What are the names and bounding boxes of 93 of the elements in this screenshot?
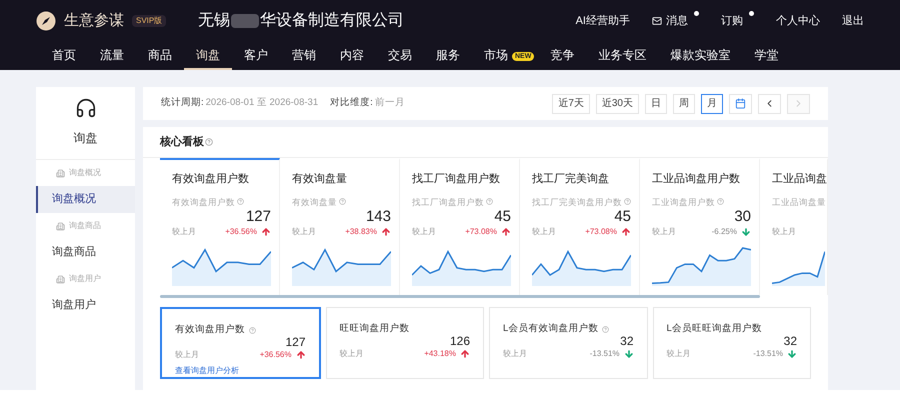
- metric-subtitle: 工业品询盘量: [772, 196, 826, 208]
- metric-value: 127: [246, 208, 271, 226]
- metric-subtitle: 有效询盘量: [292, 196, 337, 208]
- nav-tab[interactable]: 交易: [376, 42, 424, 70]
- detail-title: L会员有效询盘用户数: [503, 322, 598, 336]
- detail-title: 旺旺询盘用户数: [340, 322, 410, 336]
- detail-title: L会员旺旺询盘用户数: [666, 322, 762, 336]
- metric-subtitle: 找工厂询盘用户数: [412, 196, 484, 208]
- metric-value: 30: [734, 208, 751, 226]
- nav-tab[interactable]: 商品: [136, 42, 184, 70]
- period-label: 统计周期:: [161, 96, 204, 110]
- brand-title: 生意参谋: [64, 10, 124, 31]
- compare-label: 较上月: [666, 348, 690, 360]
- compare-label: 较上月: [175, 349, 199, 362]
- metric-title: 找工厂询盘用户数: [412, 172, 501, 187]
- metric-card[interactable]: 有效询盘量 有效询盘量 143 较上月 +38.83%: [280, 158, 400, 295]
- metric-title: 有效询盘量: [292, 172, 348, 187]
- compare-label: 较上月: [412, 226, 436, 238]
- change-value: -13.51%: [753, 348, 783, 360]
- compare-label: 较上月: [772, 226, 796, 238]
- nav-tab[interactable]: 竞争: [538, 42, 586, 70]
- nav-tab[interactable]: 内容: [328, 42, 376, 70]
- change-value: +43.18%: [424, 348, 456, 360]
- sidebar-item[interactable]: 询盘用户: [36, 292, 135, 319]
- range-button[interactable]: 周: [673, 94, 695, 114]
- detail-title: 有效询盘用户数: [175, 323, 245, 337]
- change-value: +36.56%: [260, 349, 292, 362]
- period-value: 2026-08-01 至 2026-08-31: [206, 96, 318, 110]
- change-value: +73.08%: [465, 226, 497, 238]
- change-value: +73.08%: [585, 226, 617, 238]
- detail-card[interactable]: L会员有效询盘用户数 32 较上月 -13.51%: [489, 307, 648, 379]
- header-link[interactable]: AI经营助手: [576, 12, 630, 30]
- nav-tab[interactable]: 首页: [40, 42, 88, 70]
- header-link[interactable]: 消息: [652, 12, 699, 30]
- detail-value: 32: [620, 335, 634, 348]
- nav-tab[interactable]: 爆款实验室: [658, 42, 742, 70]
- nav-tab[interactable]: 服务: [424, 42, 472, 70]
- compare-label: 较上月: [340, 348, 364, 360]
- metric-card[interactable]: 工业品询盘用户数 工业询盘用户数 30 较上月 -6.25%: [640, 158, 760, 295]
- metric-subtitle: 工业询盘用户数: [652, 196, 715, 208]
- metric-card[interactable]: 工业品询盘 工业品询盘量 较上月: [760, 158, 828, 295]
- sidebar-group-label: 询盘商品: [36, 213, 135, 239]
- sidebar-title: 询盘: [74, 130, 98, 147]
- metric-title: 工业品询盘用户数: [652, 172, 741, 187]
- change-value: +36.56%: [225, 226, 257, 238]
- header-link[interactable]: 退出: [842, 12, 864, 30]
- change-value: -13.51%: [590, 348, 620, 360]
- range-button[interactable]: 近7天: [552, 94, 590, 114]
- compare-label: 较上月: [652, 226, 676, 238]
- metric-value: 143: [366, 208, 391, 226]
- compare-label: 较上月: [292, 226, 316, 238]
- change-value: +38.83%: [345, 226, 377, 238]
- compare-label: 对比维度:: [330, 96, 373, 110]
- nav-tab[interactable]: 学堂: [742, 42, 790, 70]
- metric-subtitle: 有效询盘用户数: [172, 196, 235, 208]
- analysis-link[interactable]: 查看询盘用户分析: [175, 365, 306, 378]
- change-value: -6.25%: [712, 226, 737, 238]
- sidebar-item[interactable]: 询盘概况: [36, 186, 135, 213]
- board-title: 核心看板: [160, 134, 204, 150]
- compare-label: 较上月: [172, 226, 196, 238]
- nav-tab[interactable]: 营销: [280, 42, 328, 70]
- nav-tab[interactable]: 流量: [88, 42, 136, 70]
- sidebar-item[interactable]: 询盘商品: [36, 239, 135, 266]
- range-button[interactable]: 日: [645, 94, 667, 114]
- sidebar-group-label: 询盘概况: [36, 160, 135, 186]
- detail-value: 126: [450, 335, 470, 348]
- detail-value: 127: [285, 336, 306, 348]
- detail-card[interactable]: 旺旺询盘用户数 126 较上月 +43.18%: [326, 307, 484, 379]
- metric-value: 45: [614, 208, 631, 226]
- metric-value: 45: [494, 208, 511, 226]
- compare-label: 较上月: [532, 226, 556, 238]
- detail-value: 32: [784, 335, 797, 348]
- detail-card[interactable]: L会员旺旺询盘用户数 32 较上月 -13.51%: [652, 307, 811, 379]
- header-link[interactable]: 个人中心: [776, 12, 820, 30]
- company-name: 无锡: [198, 11, 230, 31]
- range-button[interactable]: 月: [701, 94, 723, 114]
- sidebar-group-label: 询盘用户: [36, 266, 135, 292]
- company-name: 华设备制造有限公司: [260, 10, 404, 31]
- detail-card[interactable]: 有效询盘用户数 127 较上月 +36.56% 查看询盘用户分析: [160, 307, 320, 379]
- edition-badge: SVIP版: [132, 15, 166, 27]
- metric-title: 工业品询盘: [772, 172, 825, 187]
- header-link[interactable]: 订购: [721, 12, 754, 30]
- metric-title: 找工厂完美询盘: [532, 172, 610, 187]
- metric-card[interactable]: 找工厂询盘用户数 找工厂询盘用户数 45 较上月 +73.08%: [400, 158, 520, 295]
- nav-tab[interactable]: 客户: [232, 42, 280, 70]
- nav-tab[interactable]: 业务专区: [586, 42, 658, 70]
- compare-label: 较上月: [503, 348, 527, 360]
- compare-value: 前一月: [374, 96, 405, 110]
- metric-card[interactable]: 有效询盘用户数 有效询盘用户数 127 较上月 +36.56%: [160, 158, 280, 295]
- metric-subtitle: 找工厂完美询盘用户数: [532, 196, 622, 208]
- metric-card[interactable]: 找工厂完美询盘 找工厂完美询盘用户数 45 较上月 +73.08%: [520, 158, 640, 295]
- metric-title: 有效询盘用户数: [172, 172, 250, 187]
- range-button[interactable]: 近30天: [596, 94, 639, 114]
